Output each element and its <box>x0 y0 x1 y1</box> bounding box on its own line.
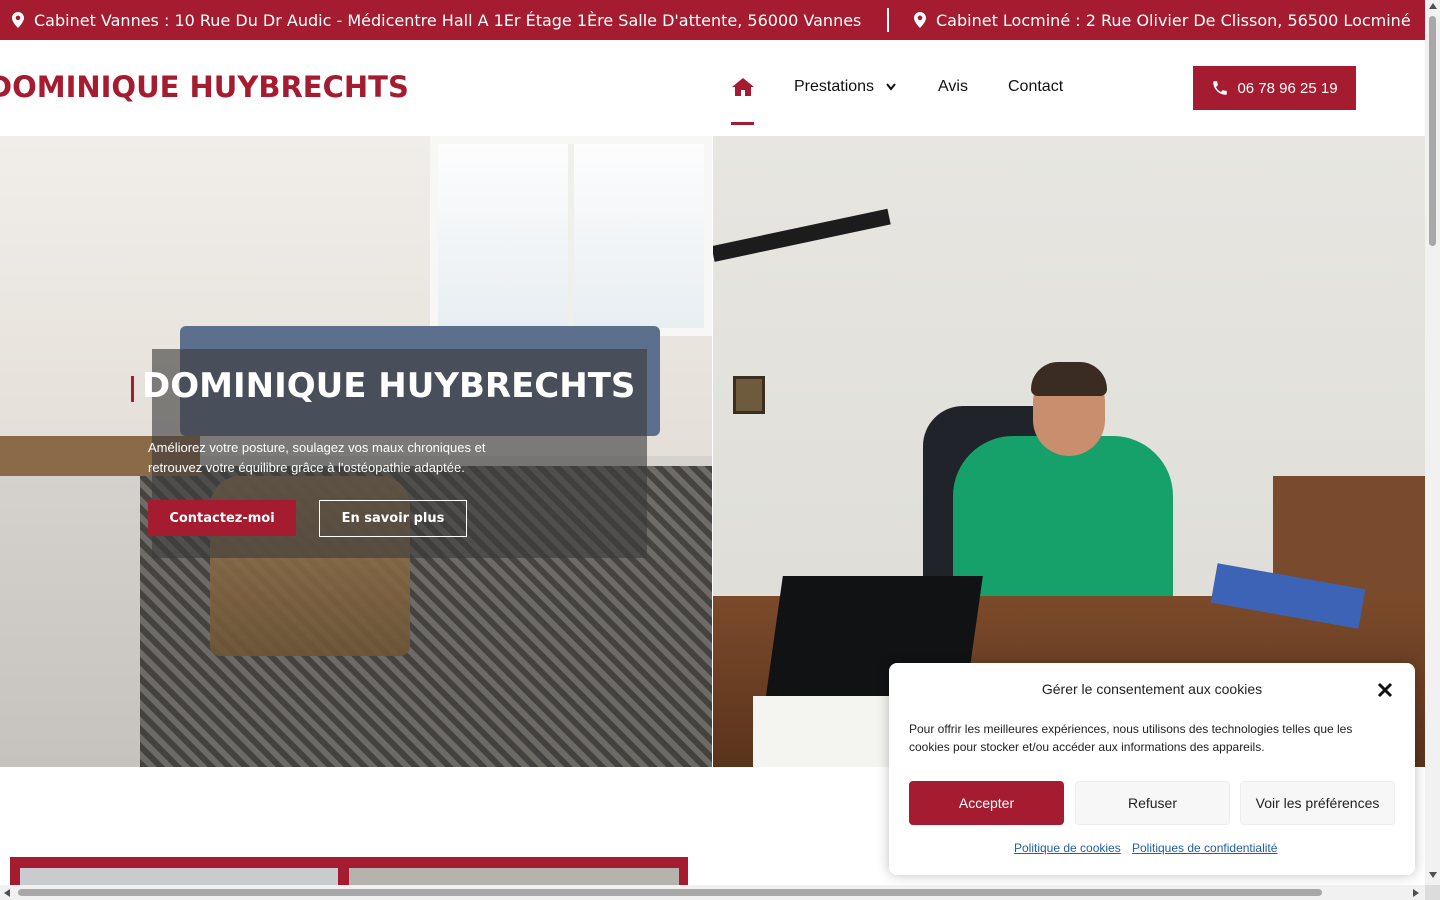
photo-window <box>430 136 712 336</box>
vertical-scroll-thumb[interactable] <box>1429 16 1436 246</box>
learn-more-button[interactable]: En savoir plus <box>319 500 467 537</box>
home-icon[interactable] <box>731 76 755 98</box>
privacy-policy-link[interactable]: Politiques de confidentialité <box>1132 841 1277 855</box>
nav-avis[interactable]: Avis <box>938 78 968 96</box>
hero-title: DOMINIQUE HUYBRECHTS <box>142 366 636 406</box>
site-header: DOMINIQUE HUYBRECHTS Prestations Avis Co… <box>0 40 1425 136</box>
scroll-down-arrow-icon[interactable] <box>1429 872 1437 878</box>
cookie-preferences-button[interactable]: Voir les préférences <box>1240 781 1395 825</box>
scroll-up-arrow-icon[interactable] <box>1429 3 1437 9</box>
phone-button[interactable]: 06 78 96 25 19 <box>1193 66 1356 110</box>
scroll-right-arrow-icon[interactable] <box>1413 889 1419 897</box>
cookie-refuse-button[interactable]: Refuser <box>1075 781 1230 825</box>
address-locmine-text: Cabinet Locminé : 2 Rue Olivier De Cliss… <box>936 10 1411 30</box>
hero-title-accent <box>131 376 134 402</box>
cookie-consent-dialog: Gérer le consentement aux cookies Pour o… <box>889 663 1415 875</box>
nav-active-indicator <box>731 122 754 125</box>
address-locmine: Cabinet Locminé : 2 Rue Olivier De Cliss… <box>914 0 1411 40</box>
cookie-description: Pour offrir les meilleures expériences, … <box>909 722 1353 754</box>
address-vannes: Cabinet Vannes : 10 Rue Du Dr Audic - Mé… <box>12 0 861 40</box>
hero-subtitle: Améliorez votre posture, soulagez vos ma… <box>148 440 486 475</box>
vertical-scrollbar[interactable] <box>1425 0 1440 885</box>
chevron-down-icon[interactable] <box>886 83 896 91</box>
nav-contact[interactable]: Contact <box>1008 78 1063 96</box>
photo-papers <box>753 696 893 767</box>
photo-person-hair <box>1031 362 1107 396</box>
phone-icon <box>1213 81 1228 95</box>
site-logo[interactable]: DOMINIQUE HUYBRECHTS <box>0 70 409 104</box>
top-info-bar: Cabinet Vannes : 10 Rue Du Dr Audic - Mé… <box>0 0 1425 40</box>
scrollbar-corner <box>1425 885 1440 900</box>
address-divider <box>887 8 889 32</box>
nav-prestations[interactable]: Prestations <box>794 78 874 96</box>
map-pin-icon <box>12 12 24 28</box>
scroll-left-arrow-icon[interactable] <box>4 889 10 897</box>
map-pin-icon <box>914 12 926 28</box>
contact-button[interactable]: Contactez-moi <box>148 500 296 536</box>
horizontal-scrollbar[interactable] <box>0 885 1425 900</box>
photo-certificate <box>733 376 765 414</box>
address-vannes-text: Cabinet Vannes : 10 Rue Du Dr Audic - Mé… <box>34 10 862 30</box>
cookie-policy-link[interactable]: Politique de cookies <box>1014 841 1121 855</box>
phone-number: 06 78 96 25 19 <box>1237 79 1338 97</box>
cookie-accept-button[interactable]: Accepter <box>909 781 1064 825</box>
cookie-title: Gérer le consentement aux cookies <box>1041 681 1263 697</box>
close-icon[interactable] <box>1377 682 1393 698</box>
photo-lamp <box>713 208 891 262</box>
horizontal-scroll-thumb[interactable] <box>18 889 1322 896</box>
